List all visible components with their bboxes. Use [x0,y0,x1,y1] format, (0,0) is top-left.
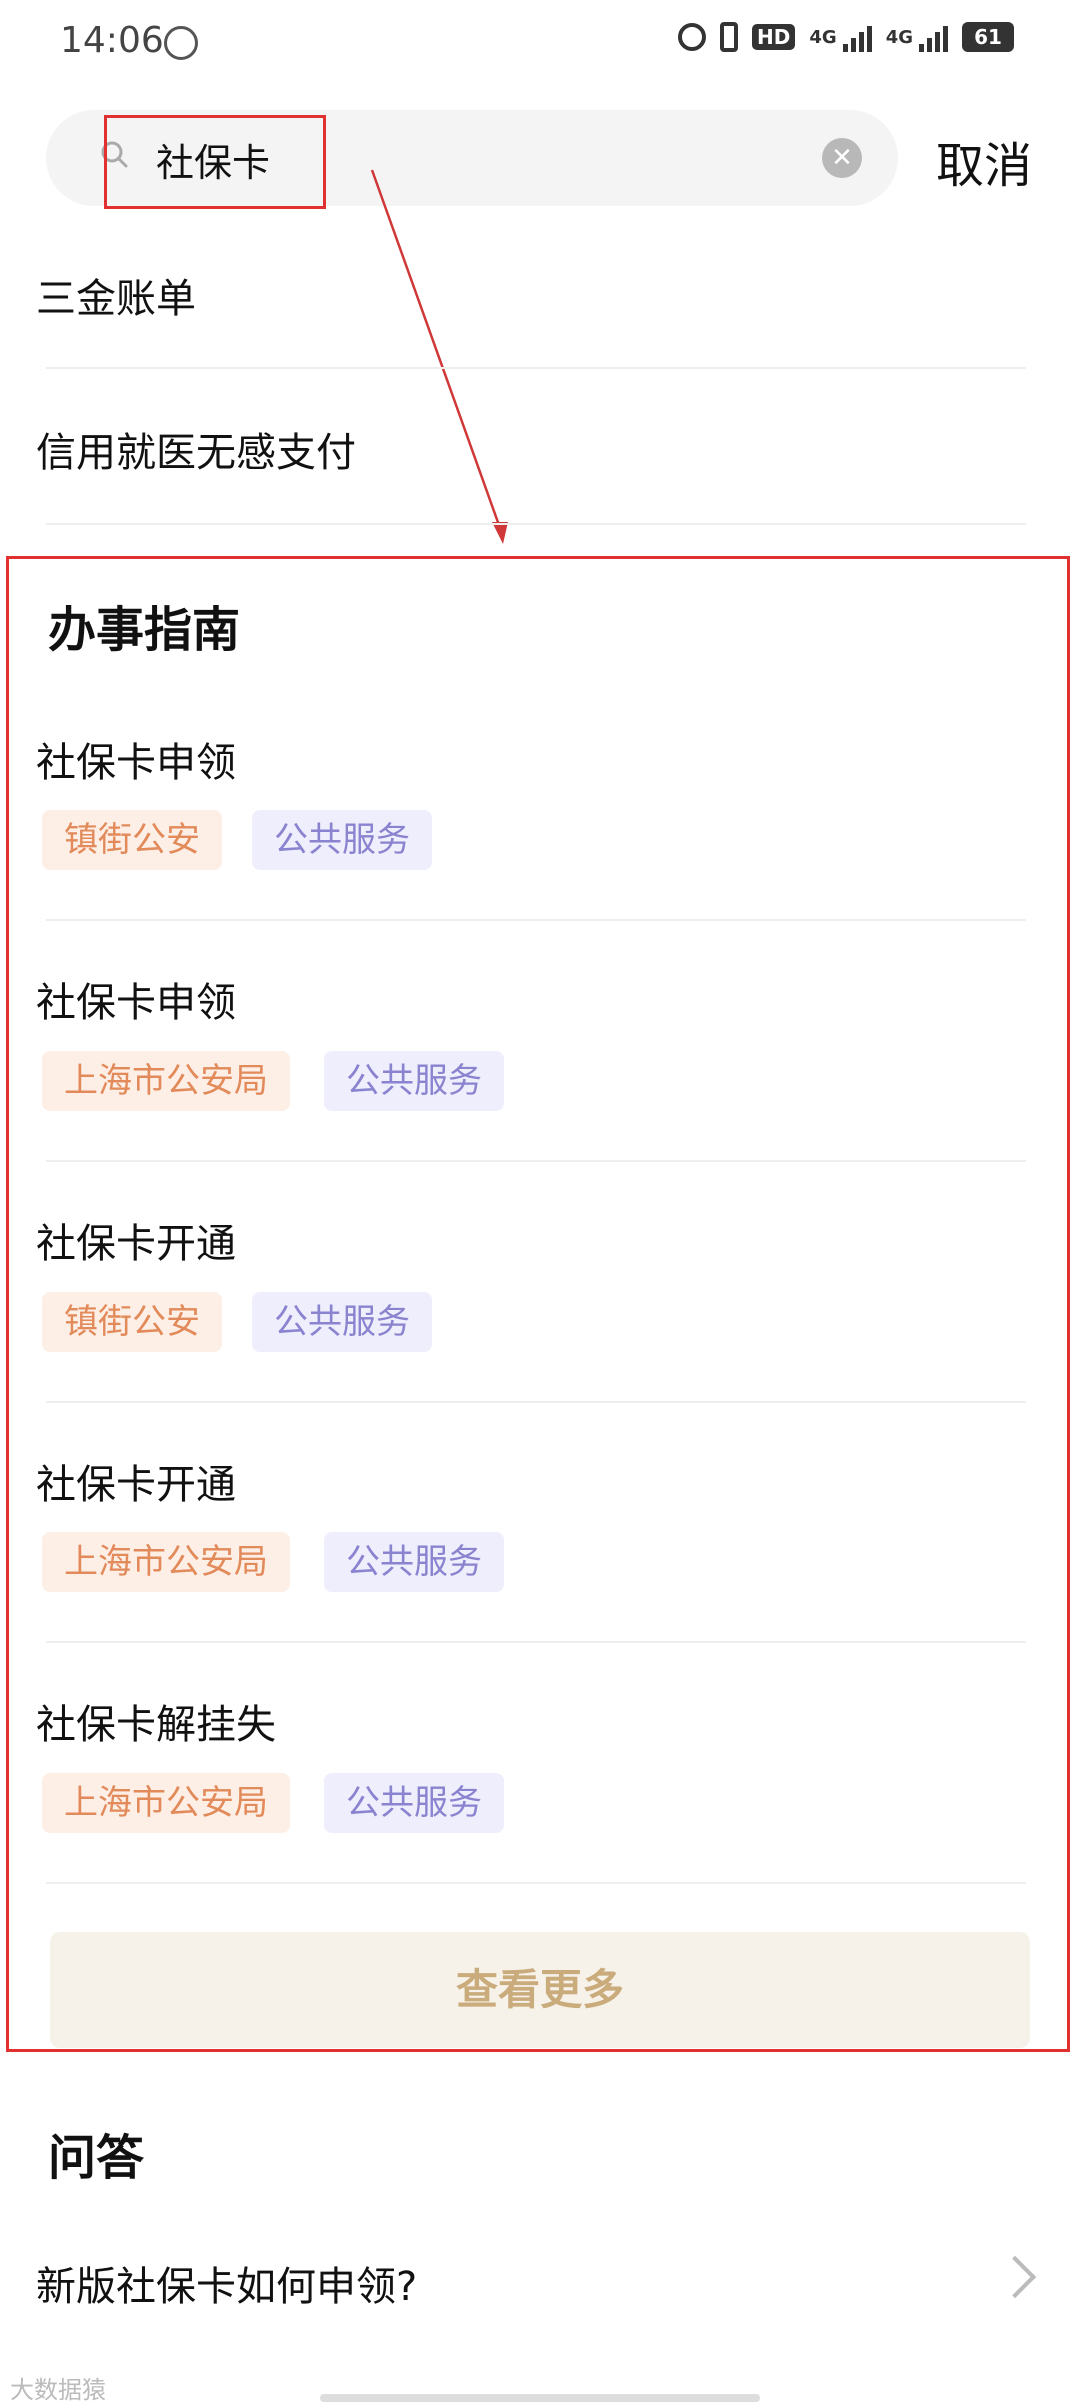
guide-item-title[interactable]: 社保卡解挂失 [36,1692,276,1750]
guide-item-title[interactable]: 社保卡开通 [36,1452,236,1510]
department-tag: 镇街公安 [42,1292,222,1352]
view-more-button[interactable]: 查看更多 [50,1932,1030,2048]
category-tag: 公共服务 [252,1292,432,1352]
department-tag: 上海市公安局 [42,1051,290,1111]
section-title-guide: 办事指南 [48,602,241,658]
divider [46,523,1026,525]
divider [46,1641,1026,1643]
department-tag: 镇街公安 [42,810,222,870]
divider [46,1401,1026,1403]
home-indicator[interactable] [320,2394,760,2402]
category-tag: 公共服务 [324,1051,504,1111]
department-tag: 上海市公安局 [42,1773,290,1833]
category-tag: 公共服务 [252,810,432,870]
divider [46,1160,1026,1162]
section-title-qa: 问答 [48,2130,145,2186]
category-tag: 公共服务 [324,1773,504,1833]
guide-item-title[interactable]: 社保卡申领 [36,730,236,788]
department-tag: 上海市公安局 [42,1532,290,1592]
divider [46,367,1026,369]
guide-item-title[interactable]: 社保卡申领 [36,970,236,1028]
qa-item[interactable]: 新版社保卡如何申领? [36,2254,417,2312]
watermark: 大数据猿 [10,2376,106,2404]
suggestion-item[interactable]: 三金账单 [36,266,196,324]
chevron-right-icon[interactable] [993,2255,1037,2299]
guide-item-title[interactable]: 社保卡开通 [36,1211,236,1269]
suggestion-item[interactable]: 信用就医无感支付 [36,420,356,478]
divider [46,1882,1026,1884]
divider [46,919,1026,921]
category-tag: 公共服务 [324,1532,504,1592]
